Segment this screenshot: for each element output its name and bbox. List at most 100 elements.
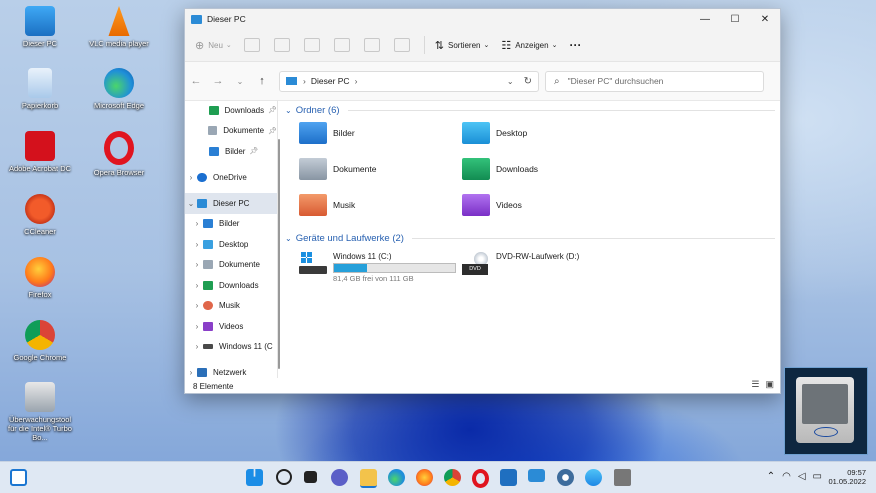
sidebar-item-this-pc[interactable]: ⌄ Dieser PC	[185, 193, 277, 214]
store-icon[interactable]	[500, 469, 517, 486]
tiles-view-icon[interactable]: ▣	[765, 379, 774, 390]
file-explorer-icon[interactable]	[360, 469, 377, 488]
chrome-icon[interactable]	[444, 469, 461, 486]
drive-d[interactable]: DVD DVD-RW-Laufwerk (D:)	[462, 252, 625, 286]
sidebar-item-videos[interactable]: › Videos	[185, 316, 277, 337]
drives-group-header[interactable]: ⌄ Geräte und Laufwerke (2)	[285, 228, 775, 248]
documents-icon	[208, 126, 218, 136]
sort-button[interactable]: ⇅ Sortieren ⌄	[435, 39, 490, 52]
folder-documents[interactable]: Dokumente	[299, 156, 462, 182]
sidebar-item-desktop[interactable]: › Desktop	[185, 234, 277, 255]
intel-turbo-gadget[interactable]	[784, 367, 868, 455]
videos-icon	[203, 321, 213, 331]
sidebar-item-pictures-quick[interactable]: Bilder 📌︎	[185, 141, 277, 162]
pin-icon: 📌︎	[268, 107, 277, 115]
this-pc-icon[interactable]	[528, 469, 545, 482]
chat-icon[interactable]	[331, 469, 348, 486]
desktop-icon-edge[interactable]: Microsoft Edge	[83, 68, 155, 110]
folder-pictures[interactable]: Bilder	[299, 120, 462, 146]
view-switcher: ☰ ▣	[751, 379, 774, 390]
minimize-button[interactable]: —	[690, 9, 720, 29]
copy-icon[interactable]	[273, 38, 290, 52]
folder-name: Bilder	[333, 128, 355, 138]
folder-downloads[interactable]: Downloads	[462, 156, 625, 182]
sidebar-item-label: Videos	[219, 321, 244, 331]
sidebar-item-music[interactable]: › Musik	[185, 296, 277, 317]
app-icon[interactable]	[585, 469, 602, 486]
desktop-icon-this-pc[interactable]: Dieser PC	[4, 6, 76, 48]
recent-chevron-icon[interactable]: ⌄	[229, 77, 251, 86]
tool-icon[interactable]	[614, 469, 631, 486]
breadcrumb[interactable]: Dieser PC	[311, 76, 350, 86]
delete-icon[interactable]	[393, 38, 410, 52]
chevron-right-icon: ›	[195, 342, 199, 352]
rename-icon[interactable]	[333, 38, 350, 52]
opera-icon[interactable]	[472, 469, 489, 488]
sidebar-item-onedrive[interactable]: › OneDrive	[185, 168, 277, 189]
sidebar-item-downloads[interactable]: › Downloads	[185, 275, 277, 296]
this-pc-icon	[286, 77, 297, 85]
refresh-icon[interactable]: ↻	[524, 76, 532, 87]
sidebar-scrollbar[interactable]	[278, 139, 280, 369]
drive-icon	[203, 344, 213, 350]
settings-gear-icon[interactable]	[557, 469, 574, 486]
pin-icon: 📌︎	[268, 127, 277, 135]
sidebar-item-pictures[interactable]: › Bilder	[185, 214, 277, 235]
desktop-icon-firefox[interactable]: Firefox	[4, 257, 76, 299]
desktop-icon-ccleaner[interactable]: CCleaner	[4, 194, 76, 236]
wifi-icon[interactable]: ◠	[782, 471, 791, 482]
sidebar-item-documents-quick[interactable]: Dokumente 📌︎	[185, 121, 277, 142]
firefox-icon[interactable]	[416, 469, 433, 486]
desktop-icon-vlc[interactable]: VLC media player	[83, 6, 155, 48]
sidebar-item-downloads-quick[interactable]: Downloads 📌︎	[185, 100, 277, 121]
videos-folder-icon	[462, 194, 490, 216]
search-box[interactable]: ⌕ "Dieser PC" durchsuchen	[545, 70, 764, 92]
start-icon[interactable]	[246, 469, 263, 486]
this-pc-icon	[197, 198, 207, 208]
desktop-icon-chrome[interactable]: Google Chrome	[4, 320, 76, 362]
widgets-icon[interactable]	[10, 469, 27, 486]
toolbar-divider	[423, 36, 425, 54]
forward-arrow-icon[interactable]: →	[207, 75, 229, 87]
desktop-icon-acrobat[interactable]: Adobe Acrobat DC	[4, 131, 76, 173]
cut-icon[interactable]	[243, 38, 260, 52]
folder-desktop[interactable]: Desktop	[462, 120, 625, 146]
intel-monitor-icon	[25, 382, 55, 412]
paste-icon[interactable]	[303, 38, 320, 52]
new-button[interactable]: ⊕ Neu ⌄	[195, 39, 232, 52]
sidebar-item-documents[interactable]: › Dokumente	[185, 255, 277, 276]
desktop-icon-intel-turbo[interactable]: Überwachungstool für die Intel® Turbo Bo…	[4, 382, 76, 442]
folders-grid: Bilder Desktop Dokumente Downloads Musik…	[285, 120, 775, 218]
more-options-button[interactable]: ···	[569, 38, 581, 52]
sidebar-item-network[interactable]: › Netzwerk	[185, 362, 277, 378]
back-arrow-icon[interactable]: ←	[185, 75, 207, 87]
search-icon[interactable]	[276, 469, 292, 485]
drive-c[interactable]: Windows 11 (C:) 81,4 GB frei von 111 GB	[299, 252, 462, 286]
close-button[interactable]: ✕	[750, 9, 780, 29]
opera-icon	[104, 131, 134, 165]
desktop-icon-recycle-bin[interactable]: Papierkorb	[4, 68, 76, 110]
content-pane: ⌄ Ordner (6) Bilder Desktop Dokumente Do…	[285, 100, 775, 378]
sidebar-item-windows-drive[interactable]: › Windows 11 (C	[185, 337, 277, 358]
status-bar-item-count: 8 Elemente	[193, 382, 234, 391]
view-button[interactable]: ☷ Anzeigen ⌄	[501, 39, 557, 52]
address-bar[interactable]: › Dieser PC › ⌄ ↻	[279, 70, 539, 92]
desktop-icon-opera[interactable]: Opera Browser	[83, 131, 155, 177]
up-arrow-icon[interactable]: ↑	[251, 75, 273, 87]
sidebar-item-label: OneDrive	[213, 173, 247, 183]
details-view-icon[interactable]: ☰	[751, 379, 759, 390]
network-icon	[197, 367, 207, 377]
volume-icon[interactable]: ◁	[798, 471, 806, 482]
address-dropdown-icon[interactable]: ⌄	[507, 77, 514, 86]
folders-group-header[interactable]: ⌄ Ordner (6)	[285, 100, 775, 120]
edge-icon[interactable]	[388, 469, 405, 486]
music-icon	[203, 301, 213, 311]
battery-icon[interactable]: ▭	[813, 471, 822, 482]
share-icon[interactable]	[363, 38, 380, 52]
chevron-up-icon[interactable]: ⌃	[767, 471, 775, 482]
folder-videos[interactable]: Videos	[462, 192, 625, 218]
clock[interactable]: 09:57 01.05.2022	[828, 468, 866, 486]
folder-music[interactable]: Musik	[299, 192, 462, 218]
maximize-button[interactable]: ☐	[720, 9, 750, 29]
task-view-icon[interactable]	[304, 471, 317, 483]
